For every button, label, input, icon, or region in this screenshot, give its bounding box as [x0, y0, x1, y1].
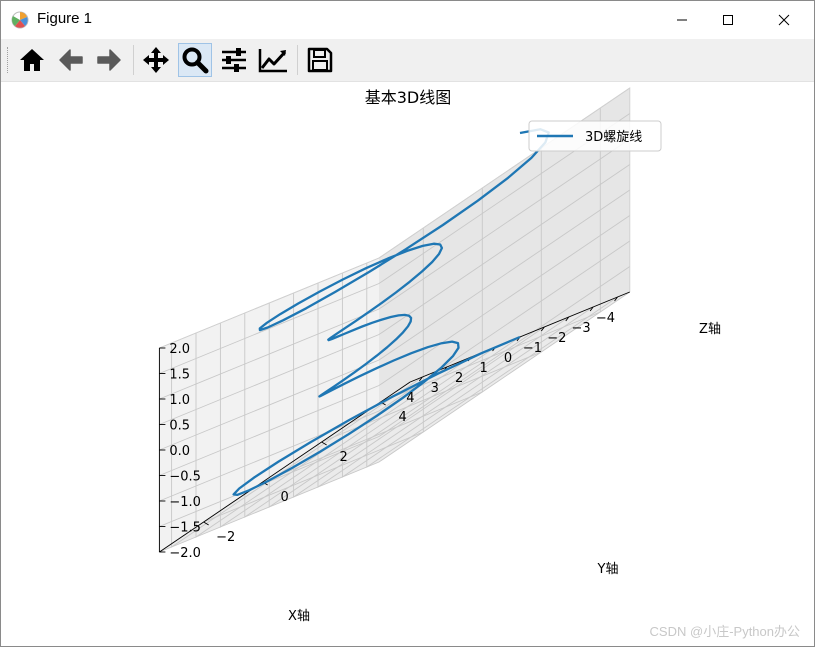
x-tick-label: 3 [431, 381, 439, 396]
back-button[interactable] [54, 43, 88, 77]
z-tick-label: −2.0 [169, 546, 201, 561]
arrow-left-icon [59, 49, 83, 71]
x-tick-label: −4 [596, 311, 615, 326]
home-button[interactable] [15, 43, 49, 77]
x-tick-label: −2 [547, 331, 566, 346]
y-tick-label: −2 [216, 530, 235, 545]
floppy-icon [307, 47, 333, 73]
zoom-button[interactable] [178, 43, 212, 77]
navigation-toolbar [1, 39, 814, 82]
legend[interactable]: 3D螺旋线 [528, 120, 662, 152]
subplots-button[interactable] [217, 43, 251, 77]
figure-canvas: −4 −3 −2 −1 0 1 2 3 4 −2 0 2 4 −2.0 −1.5 −1.0 −0.5 0.0 0.5… [1, 82, 814, 646]
chart-title: 基本3D线图 [365, 88, 452, 107]
z-tick-label: −0.5 [169, 470, 201, 485]
x-tick-label: −1 [523, 341, 542, 356]
forward-button[interactable] [92, 43, 126, 77]
axis-panes [159, 88, 630, 552]
axes-3d[interactable]: −4 −3 −2 −1 0 1 2 3 4 −2 0 2 4 −2.0 −1.5 −1.0 −0.5 0.0 0.5… [1, 82, 814, 646]
x-tick-label: 0 [504, 351, 512, 366]
home-icon [20, 49, 44, 71]
figure-window: Figure 1 −4 −3 −2 −1 0 1 2 3 4 −2 0 2 4 … [0, 0, 815, 647]
z-tick-label: 1.0 [169, 393, 190, 408]
y-axis-label: Y轴 [597, 562, 619, 577]
customize-button[interactable] [256, 43, 290, 77]
y-tick-label: 2 [339, 450, 347, 465]
z-tick-label: −1.5 [169, 521, 201, 536]
z-tick-label: 0.5 [169, 419, 190, 434]
y-tick-label: 0 [280, 490, 288, 505]
window-title: Figure 1 [37, 10, 93, 27]
minimize-icon [677, 19, 687, 21]
x-axis-label: X轴 [288, 609, 310, 624]
magnifier-icon [182, 47, 209, 74]
watermark: CSDN @小庄-Python办公 [649, 624, 800, 639]
pan-button[interactable] [139, 43, 173, 77]
x-tick-label: 4 [406, 391, 414, 406]
sliders-icon [222, 48, 246, 72]
toolbar-separator [297, 45, 298, 75]
close-button[interactable] [761, 1, 807, 39]
move-icon [143, 47, 169, 73]
z-tick-label: 2.0 [169, 342, 190, 357]
close-icon [778, 14, 790, 26]
toolbar-grip [7, 47, 10, 73]
z-axis-label: Z轴 [699, 322, 721, 337]
arrow-right-icon [97, 49, 121, 71]
z-tick-label: −1.0 [169, 495, 201, 510]
y-tick-label: 4 [398, 410, 406, 425]
z-tick-label: 0.0 [169, 444, 190, 459]
x-tick-label: 2 [455, 371, 463, 386]
x-tick-label: −3 [572, 321, 591, 336]
minimize-button[interactable] [659, 1, 705, 39]
toolbar-separator [133, 45, 134, 75]
z-tick-label: 1.5 [169, 368, 190, 383]
maximize-icon [723, 15, 733, 25]
trend-icon [258, 49, 287, 73]
save-button[interactable] [303, 43, 337, 77]
legend-label: 3D螺旋线 [585, 130, 642, 145]
title-bar: Figure 1 [1, 1, 814, 39]
matplotlib-logo-icon [11, 11, 29, 29]
x-tick-label: 1 [479, 361, 487, 376]
maximize-button[interactable] [705, 1, 751, 39]
